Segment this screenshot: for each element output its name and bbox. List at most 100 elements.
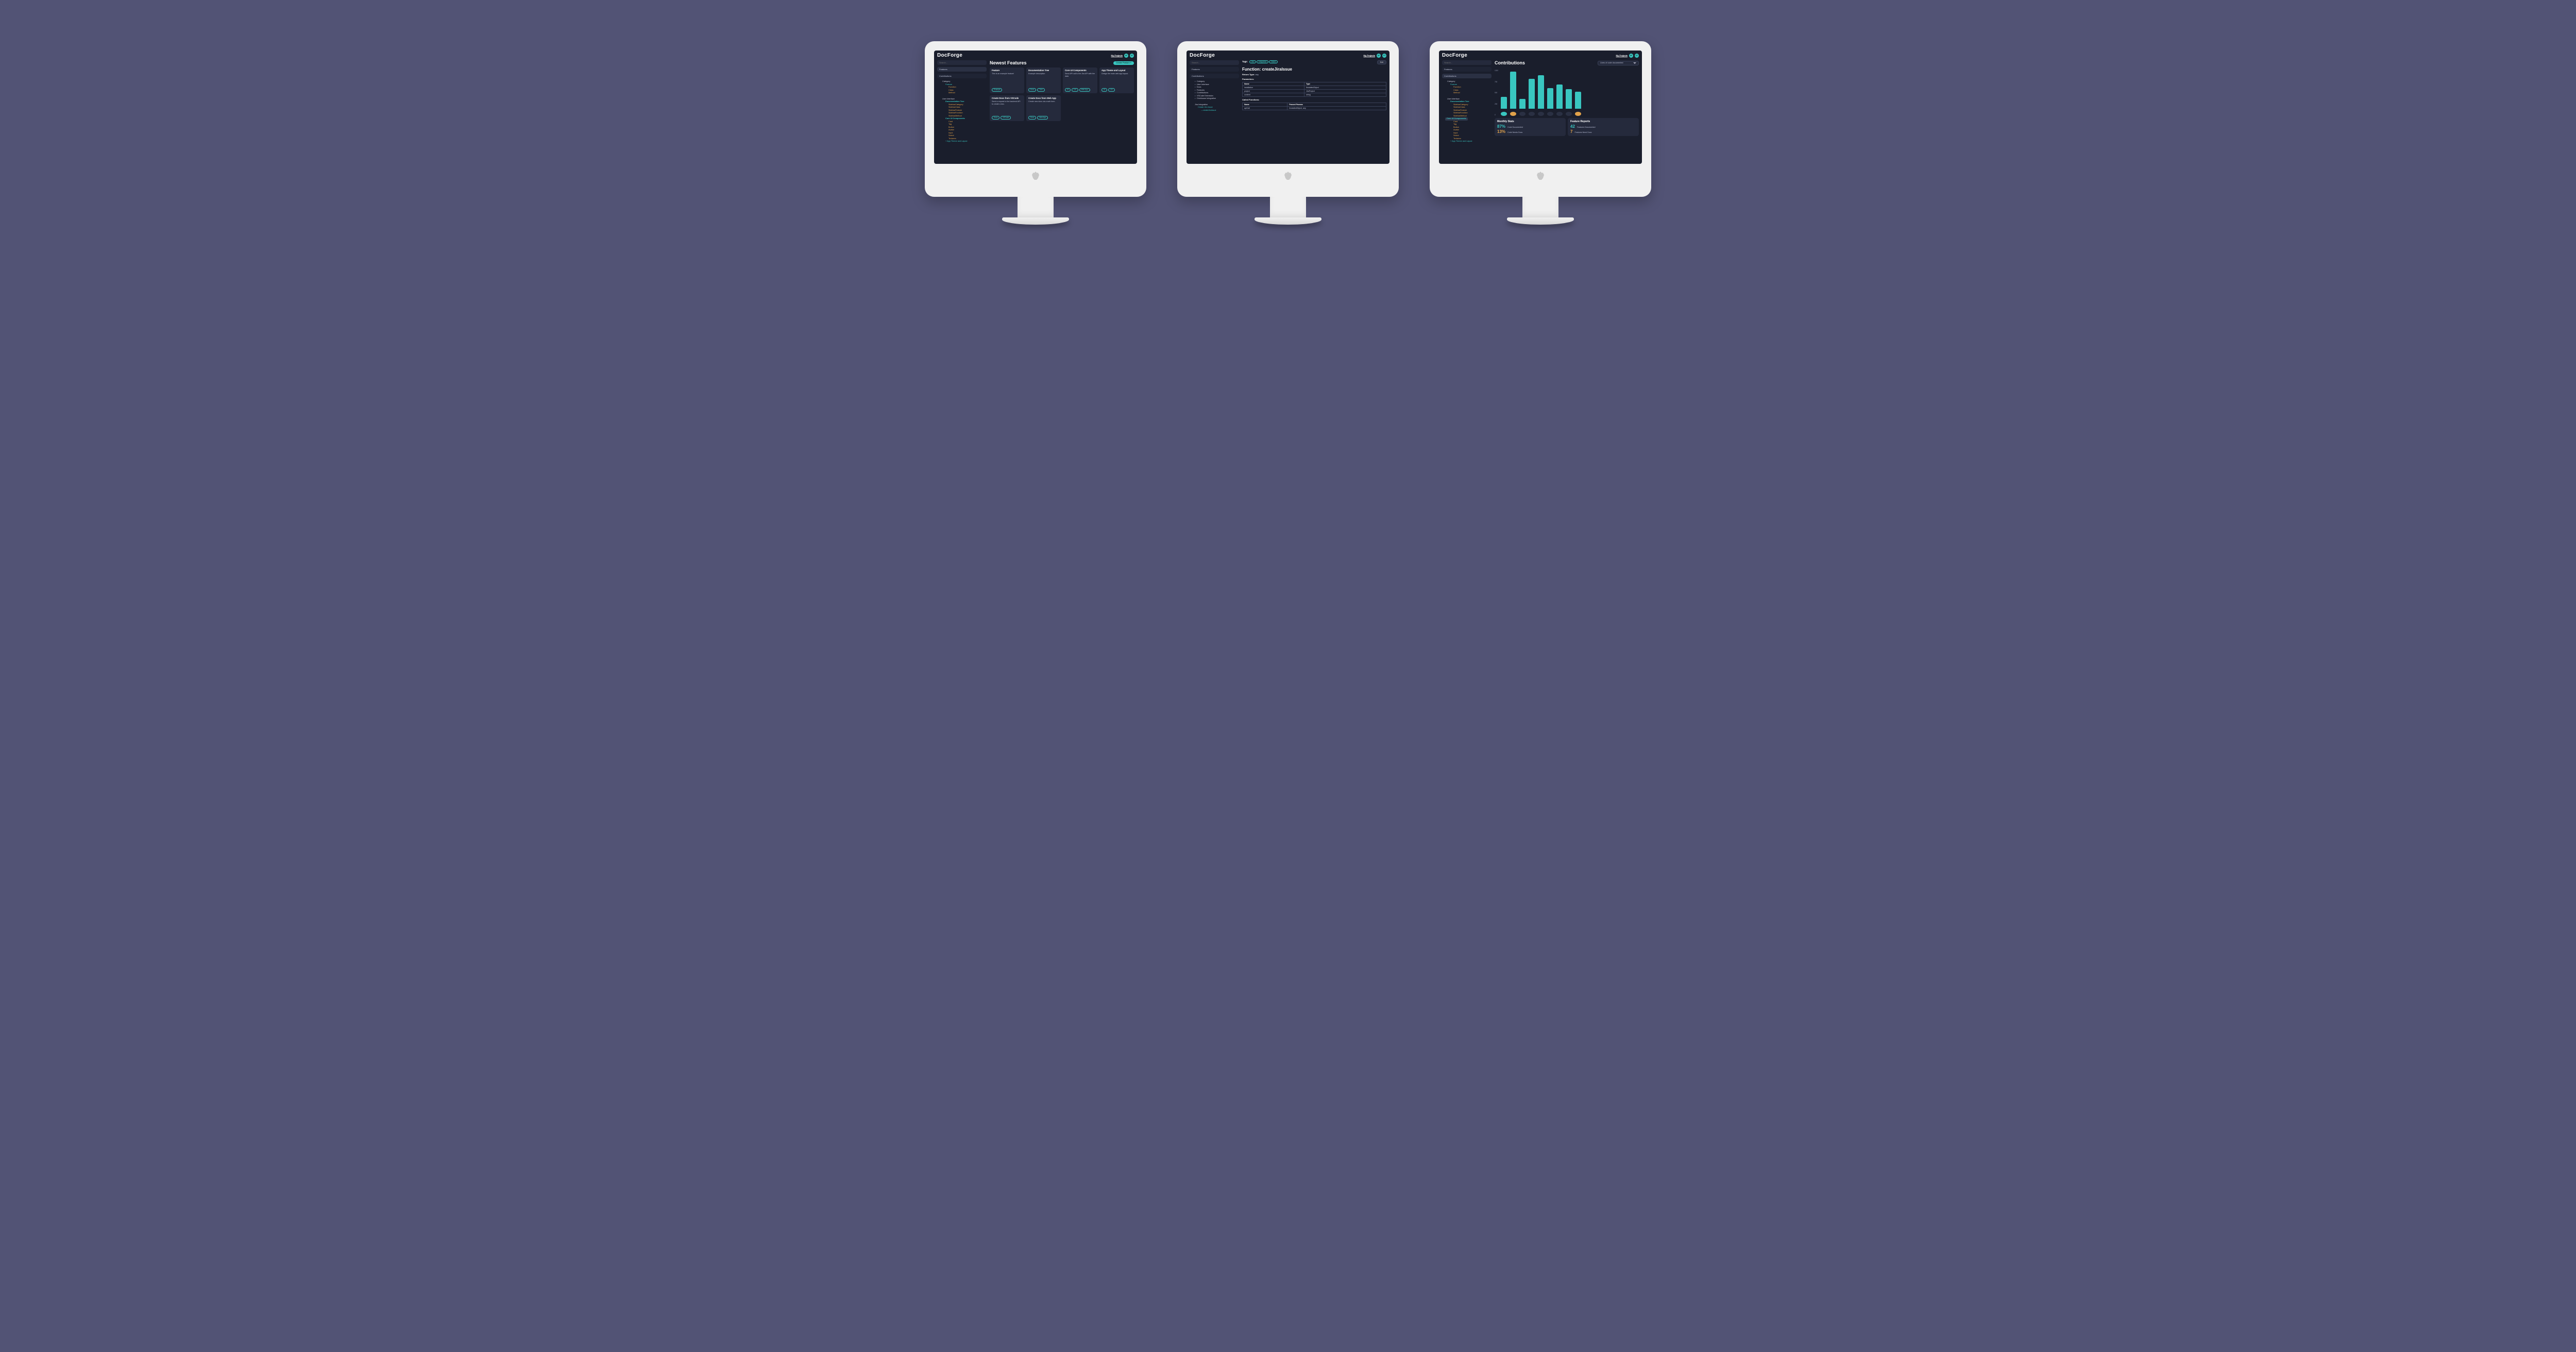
main-header: Tags: Jira Integration Ticket Edit — [1242, 60, 1386, 65]
table-row: apiCallIInstalledObject, any — [1243, 106, 1386, 110]
table-header: Name — [1243, 103, 1287, 106]
tree-item[interactable]: Method — [1445, 92, 1492, 95]
topbar-right: My Projects DF GT — [1364, 54, 1386, 58]
feature-card[interactable]: Core UI ComponentsSend API call to the J… — [1063, 67, 1097, 93]
feature-card[interactable]: Create Docs from VSCodeSend a request to… — [990, 95, 1024, 121]
create-feature-button[interactable]: Create Feature + — [1113, 61, 1134, 65]
feature-card[interactable]: Create Docs from Web AppCreate new docs … — [1026, 95, 1061, 121]
card-description: This is an example feature! — [992, 73, 1022, 75]
chart-bar[interactable] — [1566, 89, 1572, 109]
chart-avatar[interactable] — [1501, 112, 1507, 116]
sidebar-item-contributions[interactable]: Contributions — [1442, 74, 1492, 78]
tree-category: Category Feature Function Class Method — [1442, 79, 1492, 96]
sidebar-item-features[interactable]: Features — [1442, 67, 1492, 72]
app-body: Features Contributions Category Feature … — [1439, 60, 1642, 164]
tag[interactable]: Docs — [1028, 116, 1036, 120]
tree-ui: User Interface Documentation Tree Sideba… — [1442, 97, 1492, 144]
avatar[interactable]: GT — [1130, 54, 1134, 58]
chart-avatar[interactable] — [1519, 112, 1526, 116]
chart-bar[interactable] — [1510, 72, 1516, 109]
app-screen: DocForge My Projects DF GT Features Cont… — [1439, 50, 1642, 164]
sidebar-item-features[interactable]: Features — [1190, 67, 1239, 72]
search-input[interactable] — [1442, 60, 1492, 65]
chart-avatar[interactable] — [1538, 112, 1544, 116]
tree-ui: User Interface Documentation Tree Sideba… — [937, 97, 987, 144]
sidebar-item-contributions[interactable]: Contributions — [937, 74, 987, 78]
search-input[interactable] — [937, 60, 987, 65]
avatar[interactable]: GT — [1635, 54, 1639, 58]
avatar[interactable]: GT — [1382, 54, 1386, 58]
chart-avatar[interactable] — [1556, 112, 1563, 116]
tag[interactable]: Docs — [992, 116, 999, 120]
tag[interactable]: Integration — [1257, 60, 1268, 63]
tree-item[interactable]: App Theme and Layout — [1452, 140, 1472, 142]
avatar[interactable]: DF — [1124, 54, 1128, 58]
nav-my-projects[interactable]: My Projects — [1111, 54, 1123, 57]
tag[interactable]: Web App — [1079, 88, 1090, 92]
nav-my-projects[interactable]: My Projects — [1616, 54, 1628, 57]
sidebar-item-features[interactable]: Features — [937, 67, 987, 72]
stat-label: Code Documented — [1507, 126, 1523, 128]
tag[interactable]: VSCode — [1001, 116, 1011, 120]
nav-my-projects[interactable]: My Projects — [1364, 54, 1375, 57]
tag[interactable]: Ticket — [1269, 60, 1277, 63]
feature-card[interactable]: App Theme and LayoutDesign the main web … — [1099, 67, 1134, 93]
tag[interactable]: Web App — [1037, 116, 1048, 120]
parameters-label: Parameters: — [1242, 78, 1386, 80]
topbar: DocForge My Projects DF GT — [934, 50, 1137, 60]
monitor-features: DocForge My Projects DF GT Features Cont… — [925, 41, 1146, 225]
card-tags: UIUX — [1101, 88, 1132, 92]
tag[interactable]: Example — [992, 88, 1002, 92]
chart-avatar[interactable] — [1566, 112, 1572, 116]
main-panel: Newest Features Create Feature + Feature… — [990, 60, 1134, 161]
edit-button[interactable]: Edit — [1377, 60, 1386, 64]
chart-avatar[interactable] — [1510, 112, 1516, 116]
tag[interactable]: Tree — [1037, 88, 1044, 92]
feature-card[interactable]: FeatureThis is an example feature!Exampl… — [990, 67, 1024, 93]
tag[interactable]: UI — [1065, 88, 1071, 92]
chart-avatar[interactable] — [1575, 112, 1581, 116]
chart-bar[interactable] — [1538, 75, 1544, 109]
tag[interactable]: UX — [1108, 88, 1114, 92]
app-body: Features Contributions ▸Category▸User In… — [1187, 60, 1389, 164]
chart-bar[interactable] — [1519, 99, 1526, 109]
search-input[interactable] — [1190, 60, 1239, 65]
metric-select[interactable]: Lines of code documented — [1598, 61, 1639, 65]
chart-bar[interactable] — [1501, 97, 1507, 109]
feature-cards: FeatureThis is an example feature!Exampl… — [990, 67, 1134, 121]
monitor-bezel: DocForge My Projects DF GT Features Cont… — [1177, 41, 1399, 197]
avatar[interactable]: DF — [1629, 54, 1633, 58]
chevron-down-icon — [1633, 62, 1636, 64]
avatar[interactable]: DF — [1377, 54, 1381, 58]
stat-card-title: Feature Reports — [1570, 120, 1636, 123]
chart-bar[interactable] — [1547, 88, 1553, 109]
chevron-right-icon: ▸ — [1195, 80, 1196, 82]
app-body: Features Contributions Category Feature … — [934, 60, 1137, 164]
y-tick: 500 — [1495, 92, 1498, 94]
tag[interactable]: Jira — [1249, 60, 1256, 63]
return-type: Return Type: any — [1242, 73, 1386, 76]
feature-card[interactable]: Documentation TreeExample descriptionDoc… — [1026, 67, 1061, 93]
chart-bar[interactable] — [1575, 92, 1581, 109]
apple-logo-icon — [1032, 172, 1039, 180]
monitor-chin — [1439, 164, 1642, 188]
chart-bar[interactable] — [1556, 84, 1563, 109]
table-cell: string — [1304, 93, 1386, 96]
monitor-contributions: DocForge My Projects DF GT Features Cont… — [1430, 41, 1651, 225]
tag[interactable]: Docs — [1028, 88, 1036, 92]
tree-item-selected[interactable]: Core UI Components — [1445, 117, 1468, 121]
tree-item[interactable]: createJiraIssue — [1203, 109, 1216, 111]
y-tick: 0 — [1495, 114, 1498, 116]
tree-item[interactable]: Method — [940, 92, 987, 95]
tag[interactable]: UI — [1101, 88, 1107, 92]
tag[interactable]: UX — [1072, 88, 1078, 92]
chart-avatar[interactable] — [1529, 112, 1535, 116]
tree-item[interactable]: App Theme and Layout — [947, 140, 967, 142]
tree-group-header[interactable]: ▸Clubhouse Integration — [1193, 97, 1239, 100]
stat-cards: Monthly Stats 87%Code Documented13%Code … — [1495, 118, 1639, 136]
chart-avatar[interactable] — [1547, 112, 1553, 116]
feature-reports-card: Feature Reports 42Features Documented7Fe… — [1568, 118, 1639, 136]
chart-bar[interactable] — [1529, 79, 1535, 109]
sidebar-item-contributions[interactable]: Contributions — [1190, 74, 1239, 78]
card-title: App Theme and Layout — [1101, 70, 1132, 72]
